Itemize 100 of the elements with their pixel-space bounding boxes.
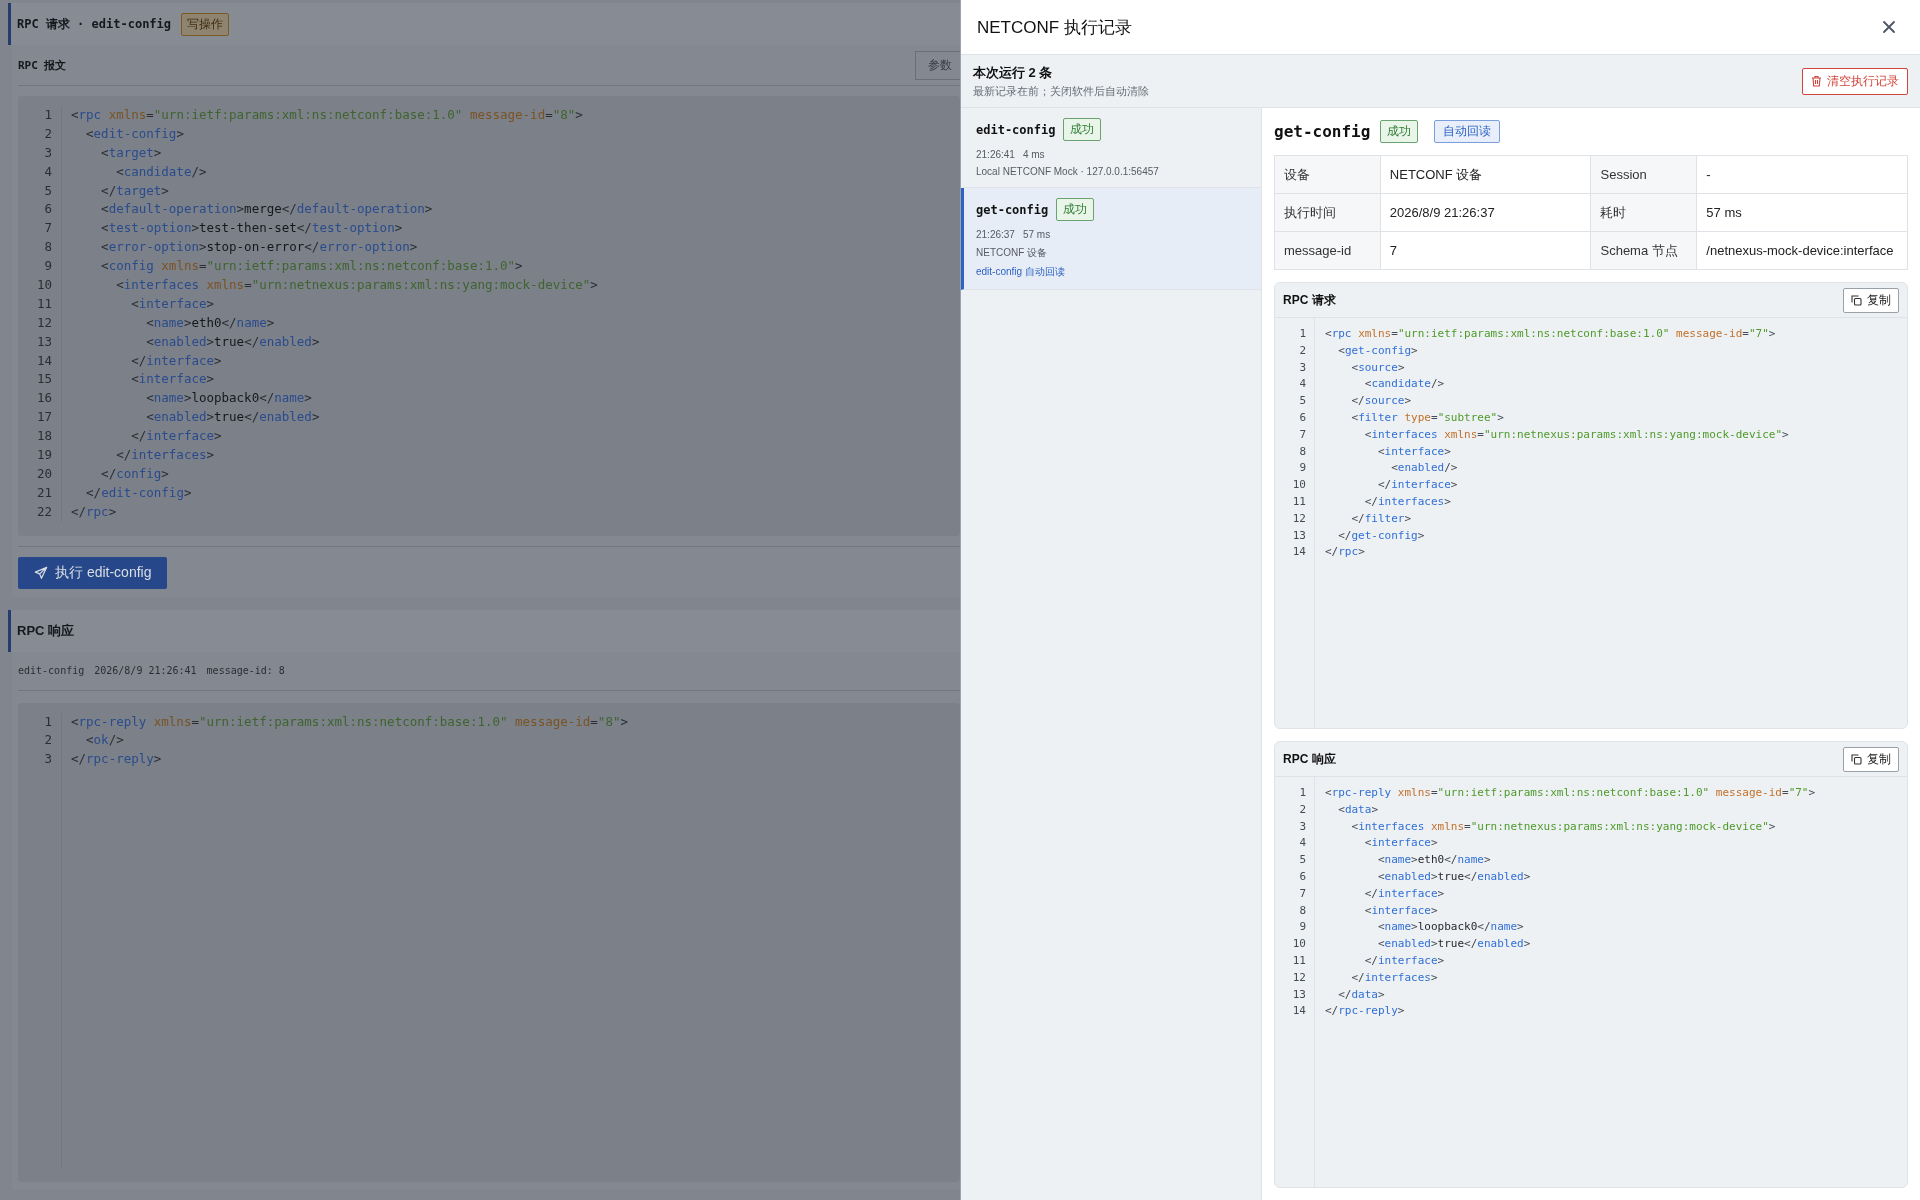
line-number: 2 (43, 731, 52, 750)
code-line: <candidate/> (1363, 376, 1446, 393)
line-number: 13 (1291, 527, 1306, 544)
line-number: 19 (35, 446, 52, 465)
line-number: 8 (1298, 443, 1306, 460)
summary-subtitle: 最新记录在前；关闭软件后自动清除 (973, 83, 1149, 99)
record-time: 21:26:41 (976, 149, 1015, 160)
code-line: <config xmlns="urn:ietf:params:xml:ns:netconf:base:1.0"> (100, 257, 524, 276)
meta-text: message-id: 8 (206, 665, 285, 677)
line-number: 18 (35, 427, 52, 446)
code-line: <interfaces xmlns="urn:netnexus:params:xml:ns:yang:mock-device"> (1350, 818, 1777, 835)
section-title: RPC 请求 · edit-config (17, 15, 172, 33)
code-line: <interface> (1377, 443, 1452, 460)
line-number: 8 (1298, 902, 1306, 919)
line-number: 10 (1291, 477, 1306, 494)
field-label: Schema 节点 (1591, 231, 1697, 270)
line-number: 11 (35, 294, 52, 313)
history-item[interactable]: get-config 成功 21:26:37 57 ms NETCONF 设备 edit-config 自动回读 (961, 188, 1261, 290)
code-line: </interface> (130, 351, 223, 370)
code-line: <source> (1350, 359, 1406, 376)
operation-name: get-config (976, 202, 1049, 217)
code-line: <edit-config> (85, 124, 185, 143)
field-value: - (1696, 155, 1908, 194)
line-number: 3 (1298, 818, 1306, 835)
meta-text: edit-config (18, 665, 85, 677)
line-number: 2 (1298, 342, 1306, 359)
execute-button[interactable]: 执行 edit-config (18, 556, 168, 589)
line-number: 22 (35, 502, 52, 521)
clear-history-button[interactable]: 清空执行记录 (1802, 67, 1908, 95)
line-number: 20 (35, 464, 52, 483)
line-number: 7 (1298, 426, 1306, 443)
code-line: <get-config> (1337, 342, 1419, 359)
code-line: <enabled>true</enabled> (1377, 869, 1532, 885)
code-line: <interfaces xmlns="urn:netnexus:params:xml:ns:yang:mock-device"> (115, 276, 598, 294)
code-line: <candidate/> (115, 162, 208, 181)
copy-button[interactable]: 复制 (1843, 746, 1899, 772)
code-line: <name>eth0</name> (1377, 852, 1492, 869)
line-number: 14 (35, 351, 52, 370)
line-number: 11 (1291, 952, 1306, 969)
line-number: 1 (43, 712, 52, 731)
card-title: RPC 请求 (1283, 291, 1336, 309)
line-number: 7 (43, 219, 52, 238)
line-number: 10 (35, 276, 52, 294)
line-number: 1 (1298, 326, 1306, 342)
field-value: 2026/8/9 21:26:37 (1380, 193, 1591, 232)
code-line: <rpc xmlns="urn:ietf:params:xml:ns:netconf:base:1.0" message-id="8"> (71, 106, 584, 124)
write-badge: 写操作 (181, 12, 230, 36)
detail-title: get-config (1274, 122, 1371, 141)
record-note: edit-config 自动回读 (976, 265, 1066, 279)
line-number: 2 (1298, 801, 1306, 818)
code-line: <rpc xmlns="urn:ietf:params:xml:ns:netconf:base:1.0" message-id="7"> (1325, 326, 1777, 342)
summary-title: 本次运行 2 条 (973, 63, 1054, 82)
code-line: </data> (1337, 986, 1386, 1003)
close-icon[interactable] (1882, 20, 1896, 34)
copy-icon (1851, 753, 1862, 765)
copy-button[interactable]: 复制 (1843, 287, 1899, 313)
code-line: <ok/> (85, 731, 125, 750)
auto-readback-tag: 自动回读 (1434, 120, 1501, 143)
code-line: <rpc-reply xmlns="urn:ietf:params:xml:ns:netconf:base:1.0" message-id="7"> (1325, 785, 1816, 801)
copy-icon (1851, 294, 1862, 306)
code-line: <name>eth0</name> (145, 313, 276, 332)
code-line: <enabled>true</enabled> (145, 408, 321, 427)
line-number: 14 (1291, 544, 1306, 561)
code-line: </interface> (1363, 885, 1446, 902)
field-label: 耗时 (1591, 193, 1697, 232)
line-number: 12 (1291, 510, 1306, 527)
code-line: <rpc-reply xmlns="urn:ietf:params:xml:ns:netconf:base:1.0" message-id="8"> (71, 712, 628, 731)
status-badge: 成功 (1380, 120, 1419, 143)
send-icon (34, 565, 48, 580)
code-line: </interfaces> (115, 446, 215, 465)
line-number: 12 (35, 313, 52, 332)
line-number: 9 (1298, 919, 1306, 936)
drawer-title: NETCONF 执行记录 (977, 16, 1132, 39)
field-label: Session (1591, 155, 1697, 194)
line-number: 3 (43, 143, 52, 162)
line-number: 6 (1298, 410, 1306, 426)
field-label: 执行时间 (1274, 193, 1381, 232)
code-line: <enabled>true</enabled> (145, 332, 321, 351)
code-line: </get-config> (1337, 527, 1426, 544)
code-line: </edit-config> (85, 483, 193, 502)
record-time: 21:26:37 (976, 229, 1015, 240)
code-line: <enabled/> (1390, 460, 1459, 477)
code-line: <interface> (130, 370, 215, 389)
section-title: RPC 响应 (17, 621, 75, 640)
code-line: </interface> (1377, 477, 1459, 494)
code-line: </filter> (1350, 510, 1413, 527)
line-number: 5 (1298, 852, 1306, 869)
code-line: </rpc-reply> (1325, 1003, 1406, 1020)
code-line: <name>loopback0</name> (145, 389, 313, 408)
line-number: 8 (43, 238, 52, 257)
record-duration: 57 ms (1022, 229, 1051, 240)
line-number: 5 (43, 181, 52, 200)
line-number: 9 (43, 257, 52, 276)
code-line: <interface> (130, 294, 215, 313)
field-value: /netnexus-mock-device:interface (1696, 231, 1908, 270)
line-number: 21 (35, 483, 52, 502)
line-number: 4 (1298, 376, 1306, 393)
code-line: <enabled>true</enabled> (1377, 936, 1532, 953)
card-title: RPC 响应 (1283, 750, 1336, 768)
line-number: 1 (43, 106, 52, 124)
